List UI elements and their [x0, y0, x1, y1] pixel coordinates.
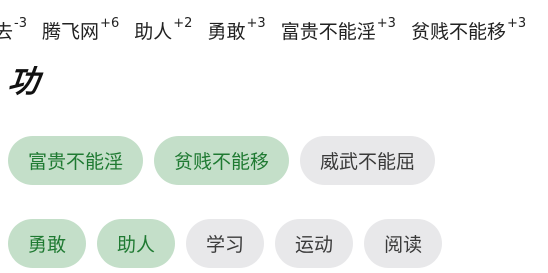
- score-change-strip: 去-3 腾飞网+6 助人+2 勇敢+3 富贵不能淫+3 贫贱不能移+3: [0, 4, 548, 44]
- score-item-label: 去: [0, 21, 14, 43]
- score-item: 贫贱不能移+3: [411, 4, 526, 44]
- score-item-delta: +2: [173, 16, 193, 31]
- score-item-delta: +3: [246, 16, 266, 31]
- score-item: 去-3: [0, 4, 27, 44]
- tag-chip-selected[interactable]: 贫贱不能移: [154, 136, 290, 185]
- score-item-delta: +6: [100, 16, 120, 31]
- score-item: 助人+2: [134, 4, 192, 44]
- score-item-label: 助人: [134, 21, 173, 43]
- tag-chip[interactable]: 阅读: [364, 219, 443, 268]
- score-item: 勇敢+3: [208, 4, 266, 44]
- tag-chip-selected[interactable]: 富贵不能淫: [8, 136, 144, 185]
- score-item-label: 贫贱不能移: [410, 21, 506, 43]
- score-item: 腾飞网+6: [42, 4, 119, 44]
- score-item-delta: -3: [14, 16, 27, 31]
- tag-chip-selected[interactable]: 勇敢: [8, 219, 87, 268]
- tag-chip[interactable]: 威武不能屈: [300, 136, 436, 185]
- score-item-label: 腾飞网: [42, 21, 100, 43]
- section-title: 功: [6, 64, 41, 100]
- app-root: 去-3 腾飞网+6 助人+2 勇敢+3 富贵不能淫+3 贫贱不能移+3 功 富贵…: [0, 0, 548, 273]
- chip-row: 勇敢 助人 学习 运动 阅读: [8, 219, 443, 268]
- score-item-label: 勇敢: [207, 21, 246, 43]
- score-item-delta: +3: [506, 16, 527, 31]
- tag-chip[interactable]: 运动: [275, 219, 354, 268]
- tag-chip[interactable]: 学习: [186, 219, 265, 268]
- score-item-delta: +3: [376, 16, 396, 31]
- chip-row: 富贵不能淫 贫贱不能移 威武不能屈: [8, 136, 436, 185]
- tag-chip-selected[interactable]: 助人: [97, 219, 176, 268]
- score-item-label: 富贵不能淫: [280, 21, 376, 43]
- score-item: 富贵不能淫+3: [281, 4, 396, 44]
